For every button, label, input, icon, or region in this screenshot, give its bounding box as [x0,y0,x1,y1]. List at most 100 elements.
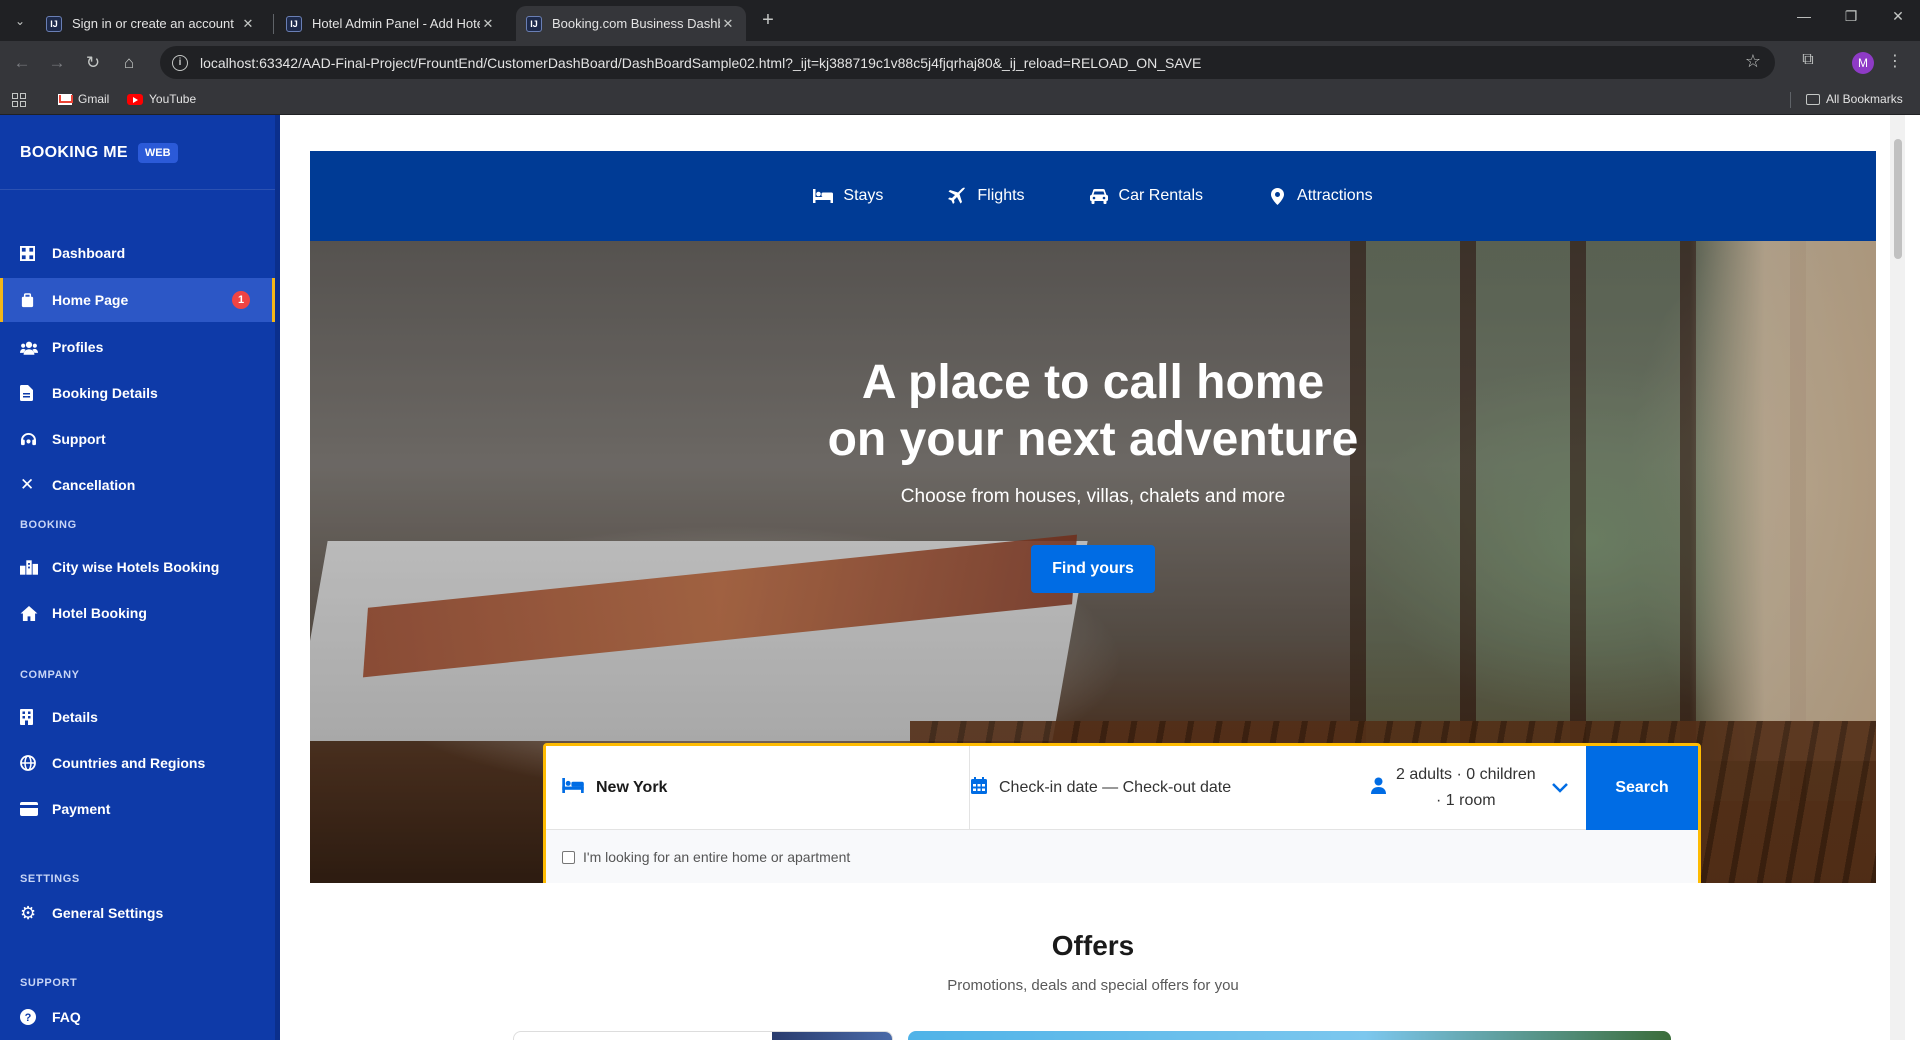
calendar-icon [971,777,987,799]
support-icon [20,432,52,447]
guests-field[interactable]: 2 adults · 0 children · 1 room [1371,746,1586,830]
restore-icon[interactable]: ❐ [1836,8,1866,25]
sidebar-item-booking-details[interactable]: Booking Details [0,371,276,415]
sidebar-item-profiles[interactable]: Profiles [0,325,276,369]
entire-home-checkbox-label: I'm looking for an entire home or apartm… [583,849,851,865]
offer-card-featured[interactable] [908,1031,1671,1040]
dashboard-icon [20,245,52,261]
apps-grid-icon[interactable] [12,93,26,107]
entire-home-checkbox-row[interactable]: I'm looking for an entire home or apartm… [562,849,850,865]
guests-line-2: · 1 room [1436,792,1496,809]
minimize-icon[interactable]: — [1789,8,1819,24]
page-scrollbar[interactable] [1890,115,1905,1040]
forward-icon[interactable]: → [45,51,69,75]
sidebar-item-label: Home Page [52,292,129,308]
nav-car-rentals[interactable]: Car Rentals [1089,187,1203,205]
date-range-placeholder: Check-in date — Check-out date [999,779,1232,796]
browser-tabstrip: ⌄ IJ Sign in or create an account ✕ IJ H… [0,0,1920,41]
hero-title-line-1: A place to call home [861,356,1325,409]
address-bar[interactable]: i localhost:63342/AAD-Final-Project/Frou… [160,46,1775,79]
home-page-icon [20,292,52,308]
reload-icon[interactable]: ↻ [81,51,105,75]
brand[interactable]: BOOKING ME WEB [20,143,178,163]
bed-icon [562,778,584,798]
tab-divider [273,14,274,34]
tab-close-icon[interactable]: ✕ [240,16,256,32]
sidebar-item-countries-and-regions[interactable]: Countries and Regions [0,741,276,785]
sidebar-item-hotel-booking[interactable]: Hotel Booking [0,591,276,635]
site-info-icon[interactable]: i [172,54,188,71]
bookmark-youtube[interactable]: YouTube [127,92,196,106]
hero-title-line-2: on your next adventure [827,413,1359,466]
section-label-settings: SETTINGS [20,873,80,885]
notification-badge: 1 [232,291,250,309]
browser-tab-1[interactable]: IJ Sign in or create an account ✕ [36,6,266,41]
section-label-support: SUPPORT [20,977,78,989]
nav-label: Car Rentals [1118,187,1204,204]
nav-label: Flights [977,187,1025,204]
sidebar-item-label: Support [52,431,106,447]
question-icon: ? [20,1009,52,1025]
sidebar-item-payment[interactable]: Payment [0,787,276,831]
sidebar-item-cancellation[interactable]: ✕ Cancellation [0,463,276,507]
tab-close-icon[interactable]: ✕ [720,16,736,32]
date-range-field[interactable]: Check-in date — Check-out date [971,746,1371,830]
sidebar-item-label: FAQ [52,1009,81,1025]
nav-flights[interactable]: Flights [947,187,1025,205]
bookmarks-divider [1790,92,1791,108]
browser-tab-3-active[interactable]: IJ Booking.com Business Dashboa ✕ [516,6,746,41]
search-button[interactable]: Search [1586,746,1698,830]
hero-title: A place to call home on your next advent… [310,354,1876,468]
sidebar-item-label: General Settings [52,905,164,921]
sidebar-item-support[interactable]: Support [0,417,276,461]
back-icon[interactable]: ← [10,51,34,75]
hero-subtitle: Choose from houses, villas, chalets and … [900,486,1286,507]
home-icon[interactable]: ⌂ [117,51,141,75]
sidebar-item-label: Cancellation [52,477,136,493]
nav-label: Attractions [1297,187,1373,204]
tab-title: Sign in or create an account [72,16,234,31]
sidebar-item-faq[interactable]: ? FAQ [0,995,276,1039]
sidebar-item-general-settings[interactable]: ⚙ General Settings [0,891,276,935]
nav-stays[interactable]: Stays [813,187,883,205]
new-tab-icon[interactable]: + [756,9,780,33]
chevron-down-icon[interactable] [1551,780,1568,796]
url-text[interactable]: localhost:63342/AAD-Final-Project/Frount… [200,55,1201,71]
close-icon: ✕ [20,475,35,494]
all-bookmarks-button[interactable]: All Bookmarks [1806,92,1903,106]
destination-value[interactable]: New York [596,779,667,797]
bookmark-gmail[interactable]: Gmail [58,92,109,106]
nav-label: Stays [843,187,884,204]
tab-close-icon[interactable]: ✕ [480,16,496,32]
window-close-icon[interactable]: ✕ [1883,8,1913,25]
main-content: Stays Flights Car Rentals Attractions A … [280,115,1905,1040]
section-label-company: COMPANY [20,669,80,681]
search-fields-row: New York Check-in date — Check-out date [546,746,1698,830]
search-box: New York Check-in date — Check-out date [543,743,1701,883]
entire-home-checkbox[interactable] [562,850,575,864]
page-scrollbar-thumb[interactable] [1894,139,1902,259]
sidebar-item-city-wise-hotels-booking[interactable]: City wise Hotels Booking [0,545,276,589]
nav-attractions[interactable]: Attractions [1267,187,1373,205]
find-yours-button[interactable]: Find yours [1031,545,1155,593]
sidebar-item-dashboard[interactable]: Dashboard [0,231,276,275]
sidebar-item-details[interactable]: Details [0,695,276,739]
destination-field[interactable]: New York [546,746,970,830]
browser-menu-icon[interactable]: ⋮ [1883,51,1907,71]
bookmark-star-icon[interactable]: ☆ [1745,51,1761,72]
sidebar-item-label: Payment [52,801,111,817]
sidebar-item-label: City wise Hotels Booking [52,559,220,575]
extensions-icon[interactable]: ⧉ [1796,51,1820,69]
profile-avatar[interactable]: M [1852,52,1874,74]
sidebar-item-label: Dashboard [52,245,126,261]
sidebar-item-home-page[interactable]: Home Page 1 [0,278,276,322]
building-icon [20,709,52,725]
tab-search-icon[interactable]: ⌄ [8,9,32,33]
brand-name: BOOKING ME [20,144,128,161]
sidebar-item-label: Hotel Booking [52,605,147,621]
gmail-icon [58,93,72,105]
bookmark-label: Gmail [78,92,110,106]
offer-card[interactable] [513,1031,893,1040]
browser-tab-2[interactable]: IJ Hotel Admin Panel - Add Hotel ✕ [276,6,506,41]
city-icon [20,559,52,575]
